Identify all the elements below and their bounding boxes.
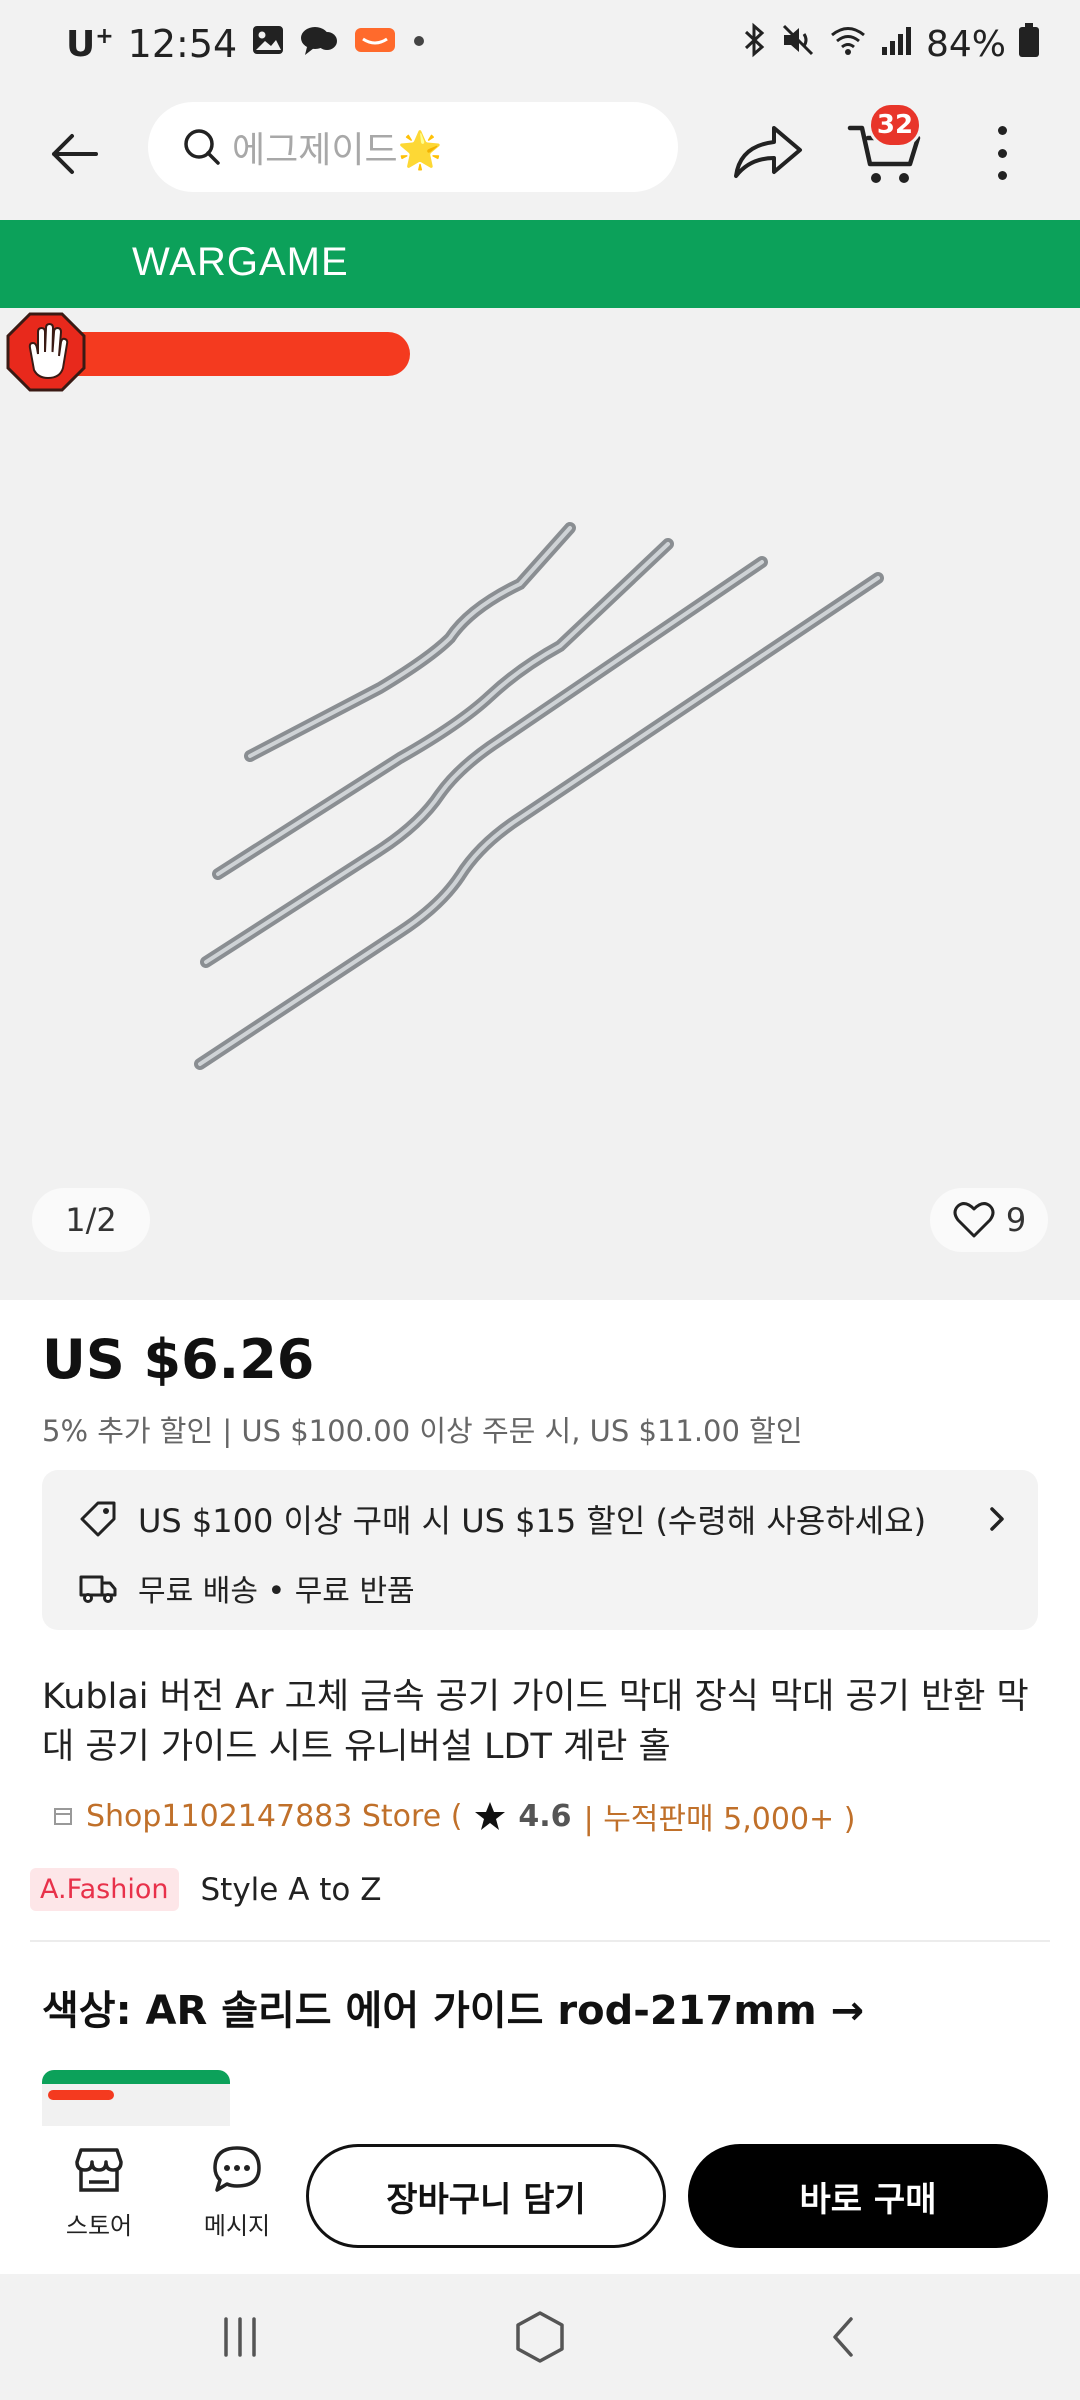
tag-row: A.Fashion Style A to Z: [30, 1868, 382, 1911]
home-button[interactable]: [500, 2304, 580, 2370]
shopping-app-notification-icon: [353, 22, 397, 66]
more-options-button[interactable]: [980, 118, 1024, 188]
brand-name: WARGAME: [132, 240, 349, 284]
coupon-shipping-box[interactable]: US $100 이상 구매 시 US $15 할인 (수령해 사용하세요) 무료…: [42, 1470, 1038, 1630]
image-counter: 1/2: [32, 1188, 150, 1252]
product-photo-rods: [194, 522, 884, 1070]
cart-count-badge: 32: [868, 102, 922, 148]
store-icon: [54, 1808, 72, 1825]
status-bar: U+ 12:54 84%: [0, 0, 1080, 88]
back-button[interactable]: [40, 120, 108, 188]
recent-apps-icon: [224, 2317, 256, 2357]
more-dot-icon: [997, 148, 1007, 158]
product-title: Kublai 버전 Ar 고체 금속 공기 가이드 막대 장식 막대 공기 반환…: [42, 1677, 1029, 1767]
message-button[interactable]: 메시지: [182, 2142, 292, 2258]
status-time: 12:54: [127, 22, 238, 66]
add-to-cart-button[interactable]: 장바구니 담기: [306, 2144, 666, 2248]
mute-icon: [780, 22, 816, 67]
battery-icon: [1018, 22, 1040, 67]
message-button-label: 메시지: [203, 2212, 271, 2240]
coupon-row[interactable]: US $100 이상 구매 시 US $15 할인 (수령해 사용하세요): [78, 1496, 1008, 1542]
top-navigation-bar: 에그제이드🌟 32: [0, 88, 1080, 220]
heart-icon: [953, 1202, 995, 1238]
more-dot-icon: [997, 171, 1007, 180]
search-icon: [184, 129, 220, 165]
gallery-notification-icon: [251, 22, 285, 66]
home-hexagon-icon: [516, 2311, 564, 2363]
brand-banner: WARGAME: [0, 220, 1080, 308]
share-icon: [734, 126, 802, 178]
coupon-tag-icon: [80, 1501, 116, 1537]
system-back-button[interactable]: [804, 2304, 884, 2370]
signal-icon: [880, 23, 914, 66]
search-placeholder: 에그제이드🌟: [232, 130, 443, 171]
store-sales: | 누적판매 5,000+ ): [583, 1802, 856, 1837]
wifi-icon: [828, 22, 868, 67]
message-bubble-icon: [213, 2146, 261, 2192]
status-left: U+ 12:54: [66, 20, 427, 68]
more-notifications-dot-icon: [411, 22, 427, 66]
star-icon: [475, 1802, 506, 1830]
bluetooth-icon: [742, 21, 768, 68]
wishlist-count: 9: [1005, 1201, 1027, 1239]
variant-thumbnail[interactable]: [42, 2070, 230, 2126]
chevron-left-icon: [833, 2317, 853, 2357]
product-price: US $6.26: [42, 1328, 315, 1391]
coupon-text: US $100 이상 구매 시 US $15 할인 (수령해 사용하세요): [138, 1502, 927, 1540]
battery-percent: 84%: [925, 23, 1006, 65]
back-arrow-icon: [52, 134, 98, 174]
recent-apps-button[interactable]: [200, 2304, 280, 2370]
chevron-right-icon: [990, 1507, 1004, 1531]
wishlist-button[interactable]: 9: [930, 1188, 1048, 1252]
more-dot-icon: [997, 126, 1007, 135]
system-navigation-bar: [0, 2274, 1080, 2400]
carrier-label: U+: [66, 23, 114, 65]
store-button[interactable]: 스토어: [44, 2142, 154, 2258]
store-name[interactable]: Shop1102147883 Store (: [86, 1799, 462, 1834]
variant-selector[interactable]: 색상: AR 솔리드 에어 가이드 rod-217mm →: [42, 1978, 864, 2036]
shipping-text: 무료 배송 • 무료 반품: [138, 1574, 415, 1609]
tag-text: Style A to Z: [200, 1871, 382, 1908]
product-image-gallery[interactable]: WARGAME 1/2 9: [0, 220, 1080, 1300]
store-info[interactable]: Shop1102147883 Store ( 4.6 | 누적판매 5,000+…: [52, 1794, 855, 1838]
chat-notification-icon: [299, 22, 339, 66]
search-input[interactable]: 에그제이드🌟: [148, 102, 678, 192]
share-button[interactable]: [730, 118, 806, 186]
storefront-icon: [75, 2148, 123, 2192]
divider: [30, 1940, 1050, 1942]
store-button-label: 스토어: [65, 2212, 133, 2240]
store-rating: 4.6: [518, 1798, 572, 1834]
delivery-truck-icon: [79, 1575, 117, 1603]
bottom-action-bar: 스토어 메시지 장바구니 담기 바로 구매: [0, 2126, 1080, 2274]
status-right: 84%: [742, 20, 1040, 68]
buy-now-button[interactable]: 바로 구매: [688, 2144, 1048, 2248]
discount-info: 5% 추가 할인 | US $100.00 이상 주문 시, US $11.00…: [42, 1414, 803, 1448]
fashion-badge: A.Fashion: [30, 1868, 179, 1911]
shipping-row: 무료 배송 • 무료 반품: [78, 1566, 415, 1610]
